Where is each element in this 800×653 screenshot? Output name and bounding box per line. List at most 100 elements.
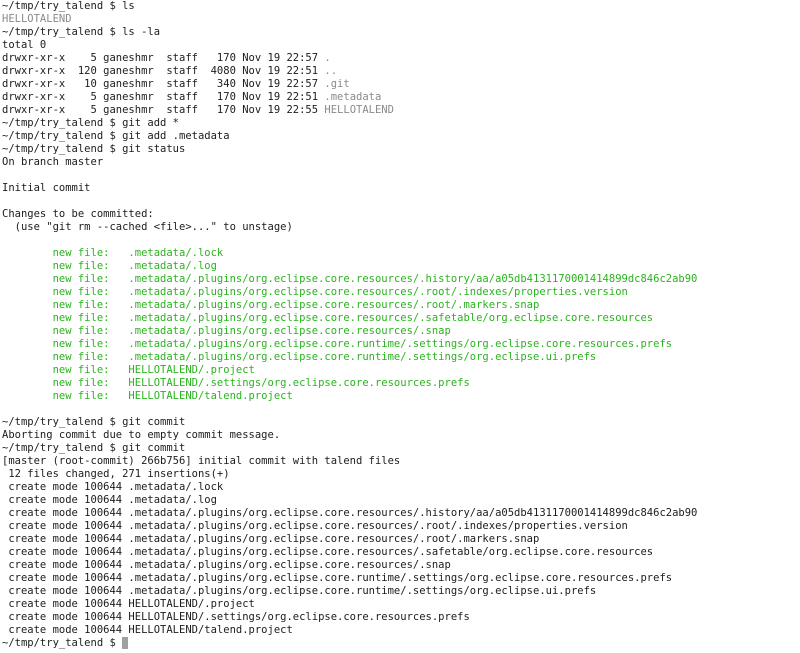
terminal-text: create mode 100644 .metadata/.lock [2, 481, 224, 493]
terminal-text: ~/tmp/try_talend $ git add .metadata [2, 130, 230, 142]
terminal-line: ~/tmp/try_talend $ git status [2, 143, 800, 156]
terminal-text: .git [324, 78, 350, 90]
terminal-line: create mode 100644 .metadata/.plugins/or… [2, 507, 800, 520]
terminal-line: create mode 100644 .metadata/.lock [2, 481, 800, 494]
terminal-text: ~/tmp/try_talend $ git commit [2, 416, 186, 428]
terminal-line: create mode 100644 HELLOTALEND/talend.pr… [2, 624, 800, 637]
terminal-line: new file: .metadata/.log [2, 260, 800, 273]
terminal-text: new file: .metadata/.plugins/org.eclipse… [2, 286, 628, 298]
terminal-line: new file: .metadata/.plugins/org.eclipse… [2, 273, 800, 286]
terminal-text: create mode 100644 .metadata/.plugins/or… [2, 585, 597, 597]
terminal-line: create mode 100644 .metadata/.plugins/or… [2, 559, 800, 572]
terminal-line: create mode 100644 HELLOTALEND/.project [2, 598, 800, 611]
terminal-text: create mode 100644 .metadata/.plugins/or… [2, 559, 451, 571]
terminal-text: .. [324, 65, 338, 77]
terminal-text: drwxr-xr-x 5 ganeshmr staff 170 Nov 19 2… [2, 52, 325, 64]
terminal-text: new file: .metadata/.log [2, 260, 217, 272]
terminal-text: create mode 100644 .metadata/.plugins/or… [2, 520, 628, 532]
terminal-text: new file: HELLOTALEND/talend.project [2, 390, 293, 402]
terminal-line: create mode 100644 .metadata/.plugins/or… [2, 572, 800, 585]
terminal-line: ~/tmp/try_talend $ git add * [2, 117, 800, 130]
terminal-line: Aborting commit due to empty commit mess… [2, 429, 800, 442]
terminal-text: new file: .metadata/.plugins/org.eclipse… [2, 312, 654, 324]
terminal-line: HELLOTALEND [2, 13, 800, 26]
terminal-text: ~/tmp/try_talend $ ls -la [2, 26, 161, 38]
terminal-line: new file: .metadata/.plugins/org.eclipse… [2, 351, 800, 364]
terminal-text: Initial commit [2, 182, 91, 194]
terminal-line: new file: .metadata/.plugins/org.eclipse… [2, 299, 800, 312]
terminal-line: ~/tmp/try_talend $ git add .metadata [2, 130, 800, 143]
terminal-text: create mode 100644 .metadata/.plugins/or… [2, 533, 540, 545]
terminal-text: create mode 100644 HELLOTALEND/.settings… [2, 611, 470, 623]
terminal-prompt-line[interactable]: ~/tmp/try_talend $ [2, 637, 800, 650]
terminal-line: On branch master [2, 156, 800, 169]
terminal-text: new file: HELLOTALEND/.settings/org.ecli… [2, 377, 470, 389]
terminal-text: new file: .metadata/.plugins/org.eclipse… [2, 273, 698, 285]
terminal-line: Initial commit [2, 182, 800, 195]
terminal-text: drwxr-xr-x 10 ganeshmr staff 340 Nov 19 … [2, 78, 325, 90]
terminal-text: create mode 100644 .metadata/.log [2, 494, 217, 506]
terminal-text: . [324, 52, 331, 64]
terminal-line: ~/tmp/try_talend $ git commit [2, 416, 800, 429]
terminal-line: create mode 100644 .metadata/.plugins/or… [2, 520, 800, 533]
terminal-cursor [122, 637, 129, 649]
terminal-line: ~/tmp/try_talend $ ls -la [2, 26, 800, 39]
terminal-text: Aborting commit due to empty commit mess… [2, 429, 281, 441]
terminal-line: Changes to be committed: [2, 208, 800, 221]
terminal-text: new file: HELLOTALEND/.project [2, 364, 255, 376]
terminal-line: 12 files changed, 271 insertions(+) [2, 468, 800, 481]
terminal-text: HELLOTALEND [324, 104, 394, 116]
terminal-line: new file: .metadata/.plugins/org.eclipse… [2, 312, 800, 325]
terminal-text: [master (root-commit) 266b756] initial c… [2, 455, 401, 467]
terminal-line: new file: HELLOTALEND/talend.project [2, 390, 800, 403]
terminal-output: ~/tmp/try_talend $ ls HELLOTALEND ~/tmp/tr… [2, 0, 800, 637]
terminal-line: drwxr-xr-x 5 ganeshmr staff 170 Nov 19 2… [2, 91, 800, 104]
terminal-text: 12 files changed, 271 insertions(+) [2, 468, 230, 480]
terminal-text: new file: .metadata/.plugins/org.eclipse… [2, 299, 540, 311]
terminal-text: create mode 100644 .metadata/.plugins/or… [2, 507, 698, 519]
terminal-text: new file: .metadata/.lock [2, 247, 224, 259]
terminal-text: ~/tmp/try_talend $ git commit [2, 442, 186, 454]
terminal-text: create mode 100644 .metadata/.plugins/or… [2, 572, 673, 584]
terminal-text: drwxr-xr-x 5 ganeshmr staff 170 Nov 19 2… [2, 91, 325, 103]
terminal-text: .metadata [324, 91, 382, 103]
terminal-line: drwxr-xr-x 10 ganeshmr staff 340 Nov 19 … [2, 78, 800, 91]
terminal-prompt: ~/tmp/try_talend $ [2, 637, 123, 649]
terminal-line: new file: .metadata/.lock [2, 247, 800, 260]
terminal-line: total 0 [2, 39, 800, 52]
terminal-text: ~/tmp/try_talend $ git add * [2, 117, 180, 129]
terminal-window[interactable]: ~/tmp/try_talend $ ls HELLOTALEND ~/tmp/tr… [0, 0, 800, 653]
terminal-line: new file: .metadata/.plugins/org.eclipse… [2, 286, 800, 299]
terminal-line: drwxr-xr-x 5 ganeshmr staff 170 Nov 19 2… [2, 104, 800, 117]
terminal-text: create mode 100644 .metadata/.plugins/or… [2, 546, 654, 558]
terminal-text: drwxr-xr-x 5 ganeshmr staff 170 Nov 19 2… [2, 104, 325, 116]
terminal-line: new file: HELLOTALEND/.project [2, 364, 800, 377]
terminal-text: drwxr-xr-x 120 ganeshmr staff 4080 Nov 1… [2, 65, 325, 77]
terminal-text: ~/tmp/try_talend $ git status [2, 143, 186, 155]
terminal-line: create mode 100644 .metadata/.plugins/or… [2, 533, 800, 546]
terminal-text: create mode 100644 HELLOTALEND/talend.pr… [2, 624, 293, 636]
terminal-line: ~/tmp/try_talend $ git commit [2, 442, 800, 455]
terminal-text: Changes to be committed: [2, 208, 154, 220]
terminal-line: create mode 100644 HELLOTALEND/.settings… [2, 611, 800, 624]
terminal-line: create mode 100644 .metadata/.log [2, 494, 800, 507]
terminal-line: ~/tmp/try_talend $ ls [2, 0, 800, 13]
terminal-text: HELLOTALEND [2, 13, 72, 25]
terminal-text: (use "git rm --cached <file>..." to unst… [2, 221, 293, 233]
terminal-text: new file: .metadata/.plugins/org.eclipse… [2, 351, 597, 363]
terminal-text: ~/tmp/try_talend $ ls [2, 0, 135, 12]
terminal-line: new file: HELLOTALEND/.settings/org.ecli… [2, 377, 800, 390]
terminal-text: total 0 [2, 39, 47, 51]
terminal-line: [master (root-commit) 266b756] initial c… [2, 455, 800, 468]
terminal-text: create mode 100644 HELLOTALEND/.project [2, 598, 255, 610]
terminal-text: new file: .metadata/.plugins/org.eclipse… [2, 325, 451, 337]
terminal-line: drwxr-xr-x 5 ganeshmr staff 170 Nov 19 2… [2, 52, 800, 65]
terminal-line: create mode 100644 .metadata/.plugins/or… [2, 546, 800, 559]
terminal-line: drwxr-xr-x 120 ganeshmr staff 4080 Nov 1… [2, 65, 800, 78]
terminal-text: new file: .metadata/.plugins/org.eclipse… [2, 338, 673, 350]
terminal-line: new file: .metadata/.plugins/org.eclipse… [2, 325, 800, 338]
